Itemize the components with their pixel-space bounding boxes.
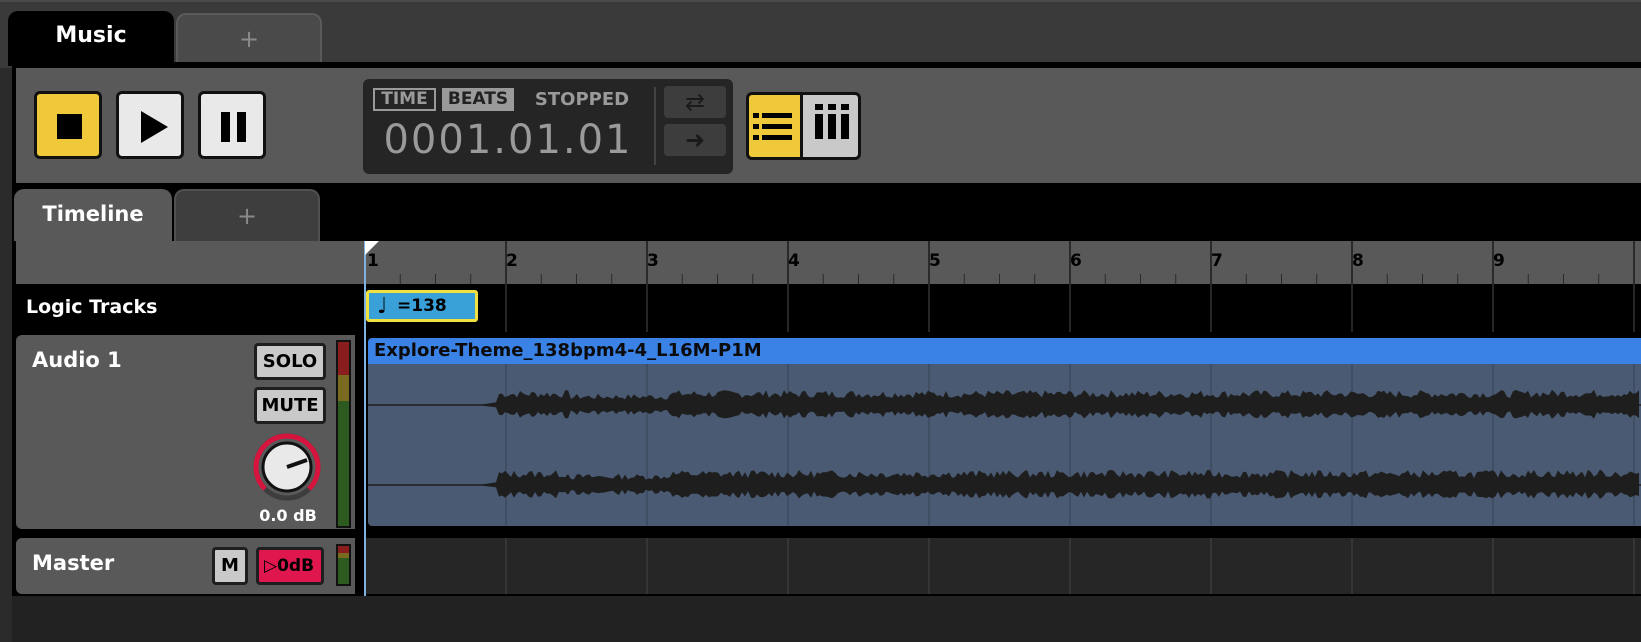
bar-number: 4	[788, 251, 800, 271]
position-counter: 0001.01.01	[383, 117, 633, 163]
bar-number: 8	[1352, 251, 1364, 271]
bar-number: 5	[929, 251, 941, 271]
bar-number: 7	[1211, 251, 1223, 271]
mute-button[interactable]: MUTE	[254, 387, 326, 424]
transport-status: STOPPED	[534, 89, 630, 110]
master-volume-slider[interactable]: ▷0dB	[256, 547, 324, 585]
add-timeline-tab-button[interactable]: +	[174, 189, 320, 241]
pause-icon	[221, 112, 230, 142]
logic-tracks-label: Logic Tracks	[26, 296, 158, 318]
stop-button[interactable]	[34, 91, 102, 159]
add-tab-button[interactable]: +	[176, 13, 322, 64]
mode-beats-button[interactable]: BEATS	[442, 88, 514, 111]
bar-number: 2	[506, 251, 518, 271]
bar-number: 3	[647, 251, 659, 271]
tab-timeline[interactable]: Timeline	[14, 189, 172, 241]
quarter-note-icon: ♩	[377, 294, 388, 319]
mixer-view-button[interactable]	[800, 92, 861, 160]
solo-button[interactable]: SOLO	[254, 343, 326, 380]
tempo-marker[interactable]: ♩ =138 4/4	[366, 290, 478, 342]
tab-music[interactable]: Music	[8, 11, 174, 66]
pause-button[interactable]	[198, 91, 266, 159]
master-mute-button[interactable]: M	[212, 547, 248, 585]
play-icon	[141, 111, 168, 143]
bottom-area	[12, 596, 1641, 642]
master-name: Master	[32, 551, 115, 575]
master-grid	[505, 538, 1635, 594]
track-name[interactable]: Audio 1	[32, 348, 122, 372]
loop-button[interactable]: ⇄	[664, 86, 726, 118]
timeline-ruler[interactable]	[363, 241, 1641, 284]
forward-button[interactable]: ➜	[664, 124, 726, 156]
master-level-meter	[336, 544, 351, 586]
stop-icon	[57, 114, 82, 139]
playhead[interactable]	[364, 241, 366, 596]
play-button[interactable]	[116, 91, 184, 159]
clip-title[interactable]: Explore-Theme_138bpm4-4_L16M-P1M	[368, 338, 1641, 364]
bar-number: 9	[1493, 251, 1505, 271]
pause-icon	[237, 112, 246, 142]
list-view-button[interactable]	[746, 92, 803, 160]
waveform	[368, 364, 1641, 526]
bar-number: 6	[1070, 251, 1082, 271]
master-volume-label: ▷0dB	[264, 556, 315, 576]
loop-icon: ⇄	[684, 88, 706, 116]
arrow-right-icon: ➜	[684, 126, 706, 154]
mode-time-button[interactable]: TIME	[373, 88, 436, 111]
volume-knob[interactable]	[252, 432, 322, 502]
logic-grid	[505, 284, 1635, 332]
ruler-header	[16, 241, 363, 284]
level-meter	[336, 340, 351, 528]
display-divider	[654, 87, 656, 165]
playhead-flag-icon[interactable]	[365, 241, 379, 255]
volume-readout: 0.0 dB	[259, 506, 317, 525]
